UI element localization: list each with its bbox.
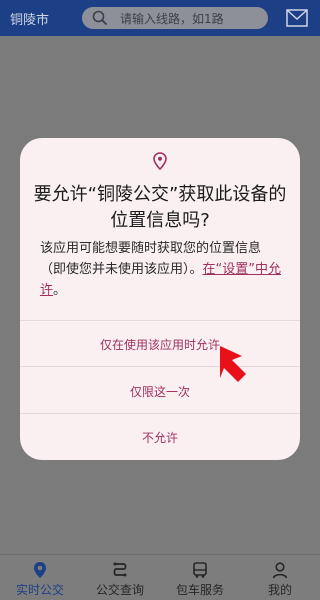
allow-while-using-button[interactable]: 仅在使用该应用时允许 [20,336,300,353]
dialog-title-line2: 位置信息吗? [110,210,210,231]
location-permission-dialog: 要允许“铜陵公交”获取此设备的 位置信息吗? 该应用可能想要随时获取您的位置信息… [20,138,300,460]
dialog-message: 该应用可能想要随时获取您的位置信息（即使您并未使用该应用）。在“设置”中允许。 [40,238,285,301]
divider [20,320,300,321]
search-box[interactable]: 请输入线路，如1路 [82,7,268,29]
tab-label: 包车服务 [175,583,224,597]
route-icon [113,562,127,577]
allow-once-button[interactable]: 仅限这一次 [20,383,300,400]
dialog-message-end: 。 [53,283,67,298]
search-icon [92,10,108,26]
search-placeholder: 请输入线路，如1路 [120,12,224,26]
user-icon [272,562,288,579]
tab-realtime-bus[interactable]: 实时公交 [0,555,80,600]
bus-icon [193,562,207,578]
tab-label: 实时公交 [15,583,64,597]
top-bar: 铜陵市 请输入线路，如1路 [0,0,320,36]
bottom-tab-bar: 实时公交 公交查询 包车服务 我的 [0,554,320,600]
location-pin-icon [34,562,46,578]
tab-label: 公交查询 [95,583,144,597]
city-selector[interactable]: 铜陵市 [10,9,49,28]
tab-mine[interactable]: 我的 [240,555,320,600]
tab-label: 我的 [267,583,292,597]
pointer-arrow-icon [220,346,246,382]
mail-icon[interactable] [286,9,308,27]
deny-button[interactable]: 不允许 [20,429,300,446]
divider [20,413,300,414]
dialog-title-line1: 要允许“铜陵公交”获取此设备的 [33,184,287,205]
divider [20,366,300,367]
tab-bus-query[interactable]: 公交查询 [80,555,160,600]
location-pin-icon [153,152,167,170]
tab-charter-service[interactable]: 包车服务 [160,555,240,600]
